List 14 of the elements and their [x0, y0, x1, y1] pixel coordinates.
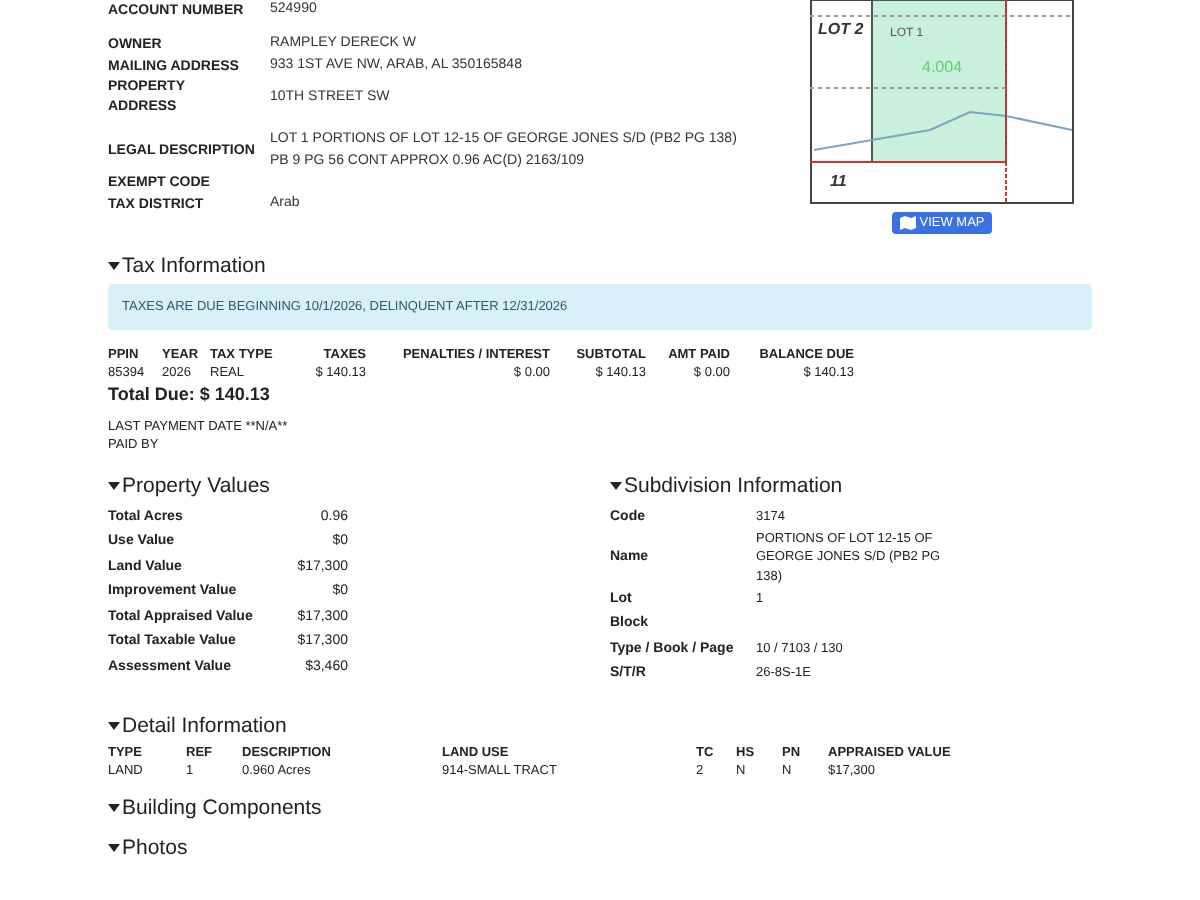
section-heading: Detail Information	[122, 714, 287, 738]
caret-icon[interactable]	[108, 722, 120, 730]
total-due: Total Due: $ 140.13	[108, 384, 272, 404]
section-heading: Property Values	[122, 474, 270, 498]
section-heading: Tax Information	[122, 254, 266, 278]
section-heading: Photos	[122, 836, 188, 860]
caret-icon[interactable]	[108, 262, 120, 270]
caret-icon[interactable]	[108, 482, 120, 490]
caret-icon[interactable]	[610, 482, 622, 490]
caret-icon[interactable]	[108, 844, 120, 852]
caret-icon[interactable]	[108, 804, 120, 812]
map-icon	[899, 216, 916, 230]
section-heading: Subdivision Information	[624, 474, 843, 498]
section-heading: Building Components	[122, 796, 322, 820]
